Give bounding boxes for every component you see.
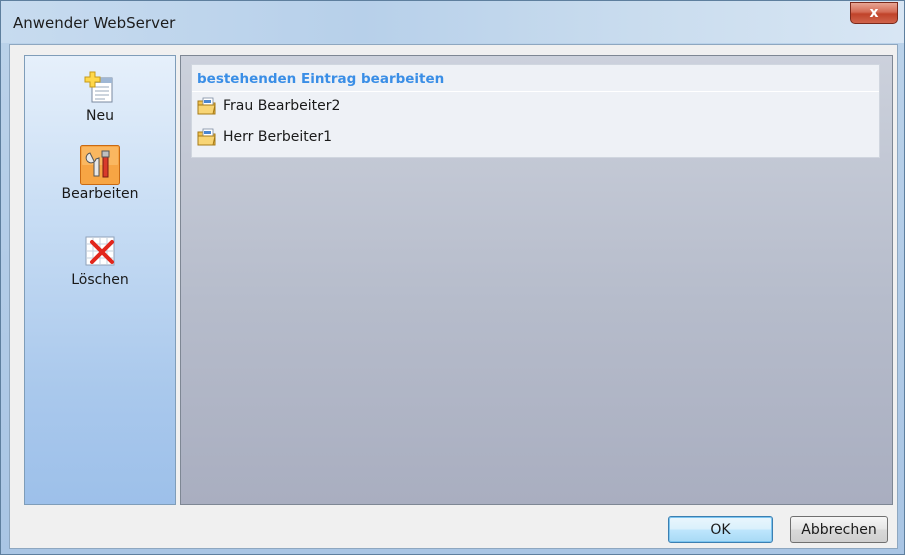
- ok-button[interactable]: OK: [668, 516, 773, 543]
- folder-icon: [197, 128, 217, 146]
- sidebar-item-label: Löschen: [71, 272, 129, 288]
- close-icon: x: [869, 5, 879, 21]
- dialog-client-area: Neu Bearbeiten Löschen bestehenden Eintr…: [9, 44, 898, 549]
- sidebar-item-neu[interactable]: Neu: [25, 70, 175, 124]
- sidebar-item-label: Bearbeiten: [61, 186, 139, 202]
- list-item-label: Herr Berbeiter1: [223, 129, 332, 145]
- list-item-label: Frau Bearbeiter2: [223, 98, 341, 114]
- window-title: Anwender WebServer: [13, 14, 176, 32]
- dialog-window: Anwender WebServer x Neu Bearbeiten Lösc…: [0, 0, 905, 555]
- list-header-divider: [192, 91, 879, 92]
- sidebar-item-loeschen[interactable]: Löschen: [25, 234, 175, 288]
- list-item[interactable]: Frau Bearbeiter2: [197, 94, 867, 118]
- new-entry-icon: [83, 70, 117, 104]
- sidebar-item-bearbeiten[interactable]: Bearbeiten: [25, 145, 175, 202]
- close-button[interactable]: x: [850, 2, 898, 24]
- edit-tools-icon: [80, 145, 120, 185]
- list-item[interactable]: Herr Berbeiter1: [197, 125, 867, 149]
- entry-list: bestehenden Eintrag bearbeiten Frau Bear…: [191, 64, 880, 158]
- main-panel: bestehenden Eintrag bearbeiten Frau Bear…: [180, 55, 893, 505]
- folder-icon: [197, 97, 217, 115]
- action-sidebar: Neu Bearbeiten Löschen: [24, 55, 176, 505]
- cancel-button[interactable]: Abbrechen: [790, 516, 888, 543]
- title-bar[interactable]: Anwender WebServer x: [1, 1, 904, 43]
- delete-entry-icon: [83, 234, 117, 268]
- list-header: bestehenden Eintrag bearbeiten: [197, 71, 445, 87]
- sidebar-item-label: Neu: [86, 108, 114, 124]
